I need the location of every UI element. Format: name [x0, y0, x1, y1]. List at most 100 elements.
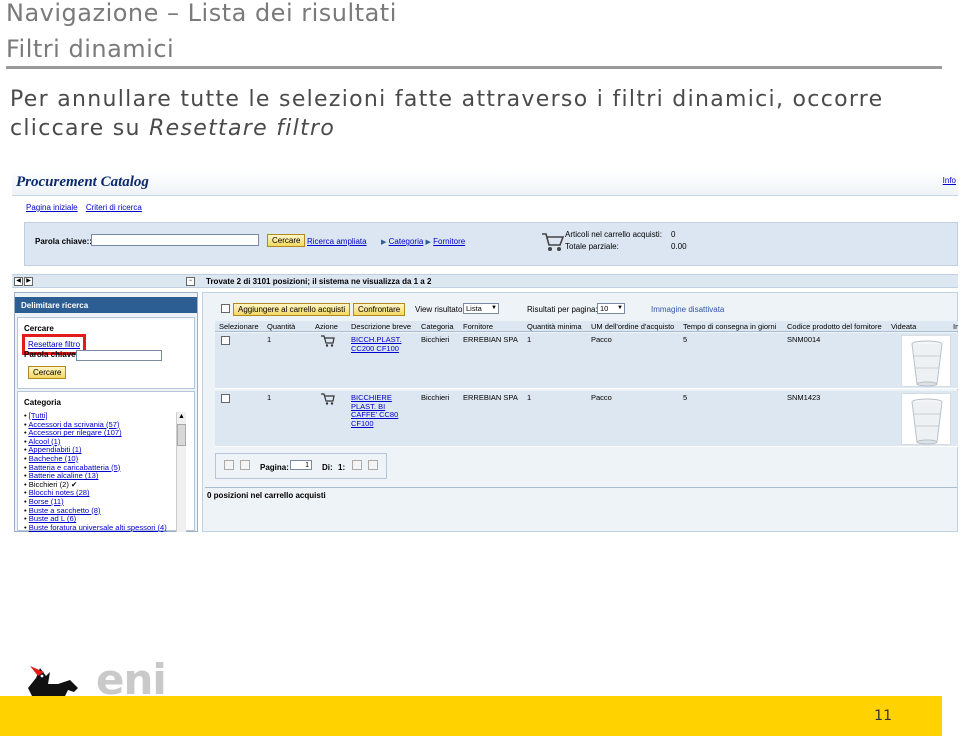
column-header[interactable]: Descrizione breve	[351, 322, 411, 331]
instruction-body: Per annullare tutte le selezioni fatte a…	[10, 87, 884, 141]
page-total: 1:	[338, 463, 346, 472]
column-header[interactable]: Videata	[891, 322, 916, 331]
breadcrumb: ▶ Categoria ▶ Fornitore	[381, 237, 465, 246]
minimize-icon[interactable]: −	[186, 277, 195, 286]
app-title: Procurement Catalog	[16, 174, 149, 190]
breadcrumb-category[interactable]: Categoria	[389, 237, 424, 246]
cart-total-label: Totale parziale:	[565, 242, 619, 251]
results-table-header: Selezionare Quantità Azione Descrizione …	[215, 321, 958, 332]
first-page-button[interactable]	[224, 460, 234, 470]
prev-page-button[interactable]	[240, 460, 250, 470]
slide-title: Navigazione – Lista dei risultati	[6, 0, 397, 27]
row-select-checkbox[interactable]	[221, 394, 230, 403]
row-product-code: SNM1423	[787, 393, 821, 402]
info-link[interactable]: Info	[943, 176, 956, 185]
column-header[interactable]: Im	[953, 322, 958, 331]
filter-panel-header: Delimitare ricerca	[15, 297, 197, 313]
add-to-cart-button[interactable]: Aggiungere al carrello acquisti	[233, 303, 351, 316]
title-divider	[6, 66, 942, 69]
app-header: Procurement Catalog Info	[12, 170, 958, 196]
column-header[interactable]: Categoria	[421, 322, 454, 331]
column-header[interactable]: Quantità minima	[527, 322, 582, 331]
next-page-button[interactable]	[352, 460, 362, 470]
results-panel: Aggiungere al carrello acquisti Confront…	[202, 292, 958, 532]
row-description-link[interactable]: BICCHIERE PLAST. BI CAFFE' CC80 CF100	[351, 393, 411, 428]
page-number: 11	[874, 708, 892, 724]
filter-keyword-input[interactable]	[76, 350, 162, 361]
results-found-text: Trovate 2 di 3101 posizioni; il sistema …	[206, 277, 432, 286]
slide-subtitle: Filtri dinamici	[6, 35, 175, 63]
product-image[interactable]	[901, 335, 951, 387]
cart-summary-values: 0 0.00	[671, 229, 687, 253]
nav-home-link[interactable]: Pagina iniziale	[26, 203, 78, 212]
per-page-select[interactable]: 10 ▼	[597, 303, 625, 314]
table-row: 1 BICCH.PLAST. CC200 CF100 Bicchieri ERR…	[215, 333, 958, 389]
row-lead-time: 5	[683, 393, 688, 402]
category-link[interactable]: Buste foratura universale alti spessori …	[29, 523, 167, 532]
column-header[interactable]: Fornitore	[463, 322, 493, 331]
catalog-screenshot: Procurement Catalog Info Pagina iniziale…	[12, 170, 958, 532]
add-to-cart-icon[interactable]	[321, 335, 335, 350]
page-label: Pagina:	[260, 463, 289, 472]
last-page-button[interactable]	[368, 460, 378, 470]
row-quantity[interactable]: 1	[267, 335, 271, 345]
view-result-select[interactable]: Lista ▼	[463, 303, 499, 314]
pager: Pagina: 1 Di: 1:	[215, 453, 387, 479]
compare-button[interactable]: Confrontare	[353, 303, 406, 316]
results-toolbar: Aggiungere al carrello acquisti Confront…	[203, 299, 958, 317]
collapse-left-icon[interactable]: ◀	[14, 277, 23, 286]
breadcrumb-supplier[interactable]: Fornitore	[433, 237, 465, 246]
filter-search-button[interactable]: Cercare	[28, 366, 67, 379]
search-filter-title: Cercare	[24, 324, 54, 333]
column-header[interactable]: Tempo di consegna in giorni	[683, 322, 776, 331]
keyword-label: Parola chiave::	[35, 237, 92, 246]
top-nav: Pagina iniziale Criteri di ricerca	[26, 203, 148, 212]
expand-right-icon[interactable]: ▶	[24, 277, 33, 286]
reset-filter-link[interactable]: Resettare filtro	[28, 340, 80, 349]
search-button[interactable]: Cercare	[267, 234, 306, 247]
list-item[interactable]: • Buste foratura universale alti spessor…	[24, 523, 174, 532]
instruction-emphasis: Resettare filtro	[149, 116, 336, 141]
page-of-label: Di:	[322, 463, 333, 472]
scroll-up-icon[interactable]: ▲	[178, 413, 185, 421]
row-quantity[interactable]: 1	[267, 393, 271, 403]
row-category: Bicchieri	[421, 335, 450, 344]
cart-status-text: 0 posizioni nel carrello acquisti	[207, 491, 326, 500]
column-header[interactable]: Selezionare	[219, 322, 259, 331]
instruction-text: Per annullare tutte le selezioni fatte a…	[10, 85, 950, 143]
table-row: 1 BICCHIERE PLAST. BI CAFFE' CC80 CF100 …	[215, 391, 958, 447]
add-to-cart-icon[interactable]	[321, 393, 335, 408]
select-all-checkbox[interactable]	[221, 304, 230, 313]
row-select-checkbox[interactable]	[221, 336, 230, 345]
chevron-down-icon: ▼	[617, 305, 623, 311]
page-input[interactable]: 1	[290, 460, 312, 470]
category-filter-box: Categoria • [Tutti] • Accessori da scriv…	[17, 391, 195, 532]
shopping-cart-icon[interactable]	[541, 231, 565, 255]
category-title: Categoria	[24, 398, 61, 407]
column-header[interactable]: Codice prodotto del fornitore	[787, 322, 882, 331]
row-supplier: ERREBIAN SPA	[463, 393, 518, 402]
advanced-search-link[interactable]: Ricerca ampliata	[307, 237, 367, 246]
column-header[interactable]: Quantità	[267, 322, 295, 331]
column-header[interactable]: UM dell'ordine d'acquisto	[591, 322, 674, 331]
scrollbar-thumb[interactable]	[177, 424, 186, 446]
per-page-label: Risultati per pagina:	[527, 305, 598, 314]
row-supplier: ERREBIAN SPA	[463, 335, 518, 344]
chevron-right-icon: ▶	[425, 239, 431, 246]
result-strip: ◀ ▶ − Trovate 2 di 3101 posizioni; il si…	[12, 274, 958, 288]
row-description-link[interactable]: BICCH.PLAST. CC200 CF100	[351, 335, 411, 353]
status-divider	[205, 487, 957, 488]
keyword-input[interactable]	[91, 234, 259, 246]
cart-items-label: Articoli nel carrello acquisti:	[565, 230, 662, 239]
filter-keyword-label: Parola chiave:	[24, 350, 79, 359]
column-header[interactable]: Azione	[315, 322, 338, 331]
row-category: Bicchieri	[421, 393, 450, 402]
product-image[interactable]	[901, 393, 951, 445]
footer-bar: 11	[0, 696, 942, 736]
cart-items-value: 0	[671, 230, 676, 239]
nav-criteria-link[interactable]: Criteri di ricerca	[86, 203, 142, 212]
category-scrollbar[interactable]: ▲	[176, 412, 186, 532]
image-off-link[interactable]: Immagine disattivata	[651, 305, 724, 314]
search-bar: Parola chiave:: Cercare Ricerca ampliata…	[24, 222, 958, 266]
view-result-label: View risultato:	[415, 305, 465, 314]
